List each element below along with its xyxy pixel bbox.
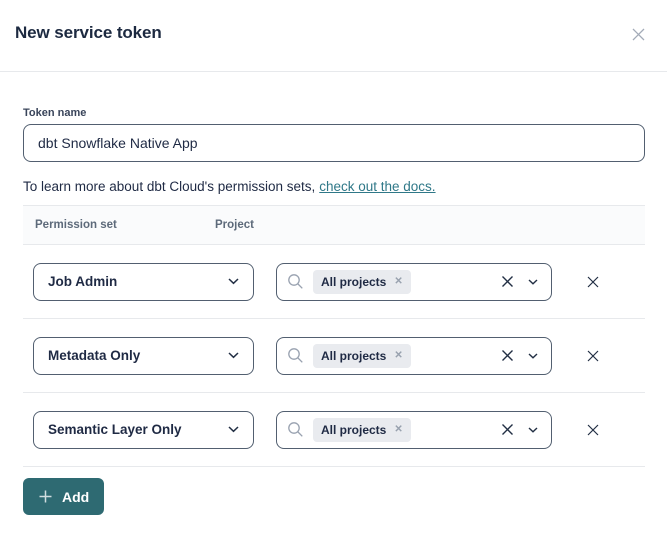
- permission-set-select[interactable]: Job Admin: [33, 263, 254, 301]
- project-chip: All projects ✕: [313, 418, 411, 442]
- table-header: Permission set Project: [23, 205, 645, 245]
- page-title: New service token: [15, 23, 162, 43]
- chevron-down-icon[interactable]: [528, 279, 538, 285]
- column-header-permission-set: Permission set: [35, 219, 215, 231]
- modal-header: New service token: [0, 0, 667, 72]
- clear-selection-button[interactable]: [498, 272, 517, 291]
- info-text: To learn more about dbt Cloud's permissi…: [23, 179, 315, 194]
- search-icon: [287, 347, 304, 364]
- project-chip-label: All projects: [321, 423, 386, 437]
- chevron-down-icon: [228, 352, 239, 359]
- project-multiselect[interactable]: All projects ✕: [276, 411, 552, 449]
- clear-x-icon: [500, 348, 515, 363]
- token-name-label: Token name: [23, 107, 645, 119]
- clear-x-icon: [500, 274, 515, 289]
- table-row: Job Admin All projects ✕: [23, 245, 645, 319]
- remove-row-button[interactable]: [581, 344, 605, 368]
- permission-set-value: Semantic Layer Only: [48, 422, 182, 437]
- search-icon: [287, 421, 304, 438]
- clear-selection-button[interactable]: [498, 346, 517, 365]
- token-name-input[interactable]: [23, 124, 645, 162]
- remove-row-x-icon: [585, 274, 601, 290]
- project-chip: All projects ✕: [313, 270, 411, 294]
- plus-icon: [38, 489, 53, 504]
- close-button[interactable]: [626, 22, 651, 47]
- add-button-label: Add: [62, 489, 89, 505]
- chevron-down-icon[interactable]: [528, 427, 538, 433]
- remove-row-x-icon: [585, 422, 601, 438]
- column-header-project: Project: [215, 219, 254, 231]
- clear-selection-button[interactable]: [498, 420, 517, 439]
- chip-remove-icon[interactable]: ✕: [394, 277, 402, 287]
- permission-table: Permission set Project Job Admin All pro: [23, 205, 645, 467]
- permission-set-value: Job Admin: [48, 274, 117, 289]
- new-service-token-modal: New service token Token name To learn mo…: [0, 0, 667, 547]
- chevron-down-icon[interactable]: [528, 353, 538, 359]
- project-multiselect[interactable]: All projects ✕: [276, 263, 552, 301]
- project-chip-label: All projects: [321, 349, 386, 363]
- remove-row-button[interactable]: [581, 418, 605, 442]
- table-row: Semantic Layer Only All projects ✕: [23, 393, 645, 467]
- chevron-down-icon: [228, 278, 239, 285]
- remove-row-button[interactable]: [581, 270, 605, 294]
- project-chip-label: All projects: [321, 275, 386, 289]
- permission-set-select[interactable]: Semantic Layer Only: [33, 411, 254, 449]
- permission-info-text: To learn more about dbt Cloud's permissi…: [23, 178, 645, 195]
- close-icon: [630, 26, 647, 43]
- search-icon: [287, 273, 304, 290]
- chevron-down-icon: [228, 426, 239, 433]
- chip-remove-icon[interactable]: ✕: [394, 351, 402, 361]
- remove-row-x-icon: [585, 348, 601, 364]
- project-chip: All projects ✕: [313, 344, 411, 368]
- table-row: Metadata Only All projects ✕: [23, 319, 645, 393]
- docs-link[interactable]: check out the docs.: [319, 179, 435, 194]
- permission-set-select[interactable]: Metadata Only: [33, 337, 254, 375]
- project-multiselect[interactable]: All projects ✕: [276, 337, 552, 375]
- modal-body: Token name To learn more about dbt Cloud…: [0, 107, 667, 515]
- chip-remove-icon[interactable]: ✕: [394, 425, 402, 435]
- add-row-button[interactable]: Add: [23, 478, 104, 515]
- clear-x-icon: [500, 422, 515, 437]
- permission-set-value: Metadata Only: [48, 348, 140, 363]
